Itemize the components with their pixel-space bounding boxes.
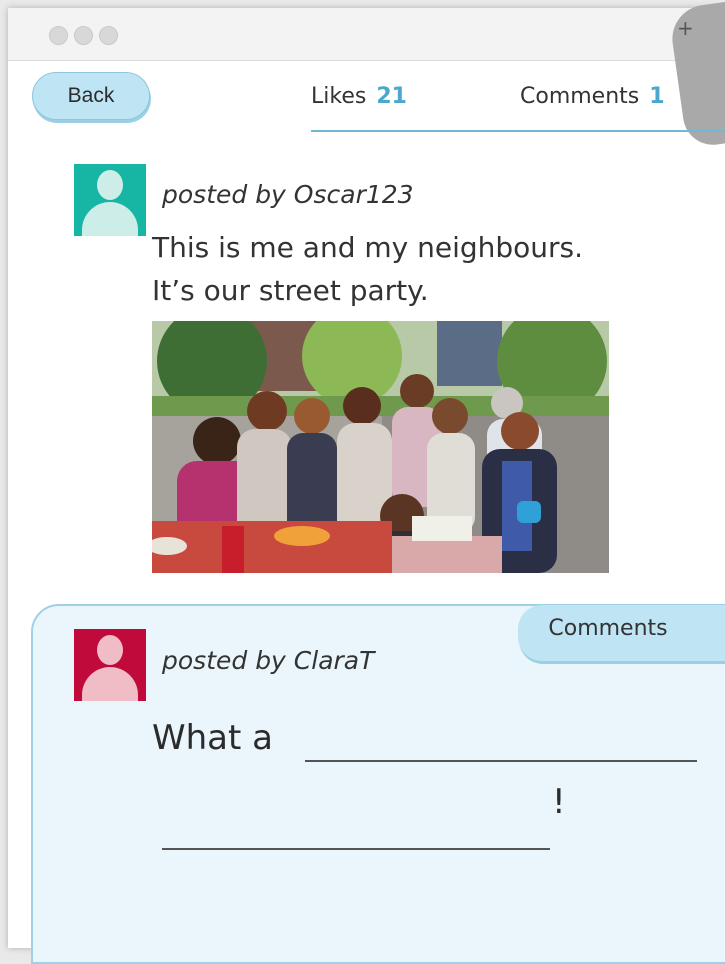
tab-likes[interactable]: Likes 21 [311, 84, 407, 109]
photo-illustration [152, 321, 609, 573]
comment-prompt-end: ! [552, 782, 566, 822]
street-party-photo [152, 321, 609, 573]
back-button[interactable]: Back [32, 72, 150, 120]
window-close-dot[interactable] [49, 26, 68, 45]
avatar [74, 164, 146, 236]
avatar-head-icon [97, 635, 123, 665]
comments-tab[interactable]: Comments [518, 605, 725, 661]
window-maximize-dot[interactable] [99, 26, 118, 45]
avatar [74, 629, 146, 701]
likes-count: 21 [376, 84, 407, 109]
plus-icon[interactable]: + [677, 16, 694, 40]
post-author: posted by Oscar123 [162, 180, 414, 209]
comments-count: 1 [649, 84, 665, 109]
tab-comments[interactable]: Comments 1 [520, 84, 665, 109]
tab-bar: Likes 21 Comments 1 [311, 78, 725, 132]
window-titlebar [8, 8, 725, 61]
post-text-line: It’s our street party. [152, 274, 429, 307]
comment-prompt: What a [152, 718, 273, 758]
window-minimize-dot[interactable] [74, 26, 93, 45]
tab-comments-label: Comments [520, 84, 640, 109]
answer-blank-1[interactable] [305, 760, 697, 762]
avatar-body-icon [82, 667, 138, 701]
tab-likes-label: Likes [311, 84, 367, 109]
avatar-body-icon [82, 202, 138, 236]
comment-author: posted by ClaraT [162, 646, 375, 675]
post-text-line: This is me and my neighbours. [152, 231, 584, 264]
avatar-head-icon [97, 170, 123, 200]
post-text: This is me and my neighbours. It’s our s… [152, 226, 672, 312]
answer-blank-2[interactable] [162, 848, 550, 850]
